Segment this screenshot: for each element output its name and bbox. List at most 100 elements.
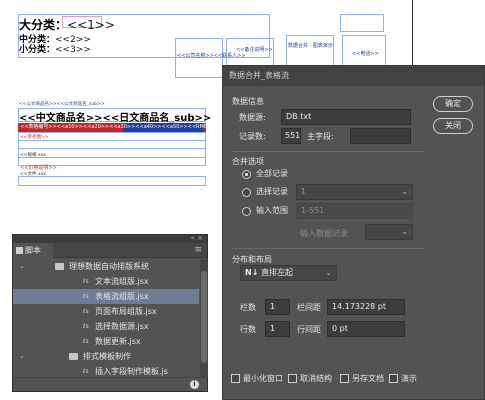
radio-all-records[interactable] [242,170,251,179]
radio-input-range[interactable] [242,207,251,216]
scripts-panel: « × 脚本 ≡ ⌄ 理想数据自动排版系统 ℓs 文本流组版.jsx ℓs 表格… [12,234,208,392]
table-header-text: <<表格编号>><<a10>><<a20>><<a30>><<a40>><<a5… [20,124,230,130]
tree-file-row[interactable]: ℓs 页面布局组版.jsx [13,304,199,319]
tab-scripts-label: 脚本 [25,246,41,255]
save-as-label: 另存文档 [352,374,384,383]
layout-direction-value: 直排左起 [260,268,293,277]
panel-tab-bar: 脚本 ≡ [13,243,207,258]
big-category-line: 大分类：<<1>> [19,16,115,33]
source-field[interactable]: DB.txt [281,109,411,125]
tree-file-row[interactable]: ℓs 数据更新.jsx [13,334,199,349]
info-icon[interactable]: i [190,380,199,389]
script-file-icon: ℓs [83,278,89,285]
rows-field[interactable]: 1 [265,321,290,337]
script-file-icon: ℓs [83,293,89,300]
layout-direction-dropdown[interactable]: N↓ 直排左起 ⌄ [240,265,337,281]
script-icon [16,247,23,254]
tab-scripts[interactable]: 脚本 [13,243,53,258]
radio-select-label: 选择记录 [256,187,288,196]
tree-item-label: 文本流组版.jsx [95,277,149,286]
tree-item-label: 数据更新.jsx [95,337,141,346]
tree-file-row[interactable]: ℓs 文本流组版.jsx [13,274,199,289]
panel-footer: i [13,377,207,391]
radio-all-label: 全部记录 [256,169,288,178]
script-file-icon: ℓs [83,323,89,330]
tree-item-label: 选择数据源.jsx [95,322,149,331]
rowgap-label: 行间距 [297,325,321,334]
chevron-down-icon: ⌄ [401,227,408,236]
collapse-icon[interactable]: « × [191,234,203,242]
colgap-label: 栏间距 [297,303,321,312]
tree-file-row[interactable]: ℓs 选择数据源.jsx [13,319,199,334]
radio-range-label: 输入范围 [256,206,288,215]
count-field[interactable]: 551 [281,128,301,144]
small-category-line: 小分类：<<3>> [19,42,91,55]
divider [232,151,424,152]
demo-label: 演示 [401,374,417,383]
key-field[interactable] [350,128,411,144]
ok-button[interactable]: 确定 [433,96,473,112]
script-file-icon: ℓs [83,338,89,345]
chevron-down-icon: ⌄ [401,187,408,196]
script-tree: ⌄ 理想数据自动排版系统 ℓs 文本流组版.jsx ℓs 表格流组版.jsx ℓ… [13,259,199,379]
save-as-checkbox[interactable] [340,374,349,383]
small-category-label: 小分类： [19,45,56,55]
tree-file-row-selected[interactable]: ℓs 表格流组版.jsx [13,289,199,304]
cols-label: 栏数 [240,303,256,312]
phone-box-text: <<电话>> [352,51,379,57]
table-row-line [18,140,206,141]
chevron-down-icon[interactable]: ⌄ [19,259,25,274]
cols-field[interactable]: 1 [265,299,290,315]
demo-box-text: 数据合并 · 图表演示 [288,43,333,49]
small-category-placeholder: <<3>> [55,45,91,55]
range-field[interactable]: 1-551 [296,203,413,219]
scrollbar-thumb[interactable] [201,271,207,363]
rowgap-field[interactable]: 0 pt [327,321,405,337]
tree-folder-row[interactable]: ⌄ 排式模板制作 [13,349,199,364]
script-file-icon: ℓs [83,308,89,315]
divider [232,248,424,249]
count-label: 记录数: [239,132,266,141]
table-row-line [18,148,206,149]
colgap-field[interactable]: 14.173228 pt [327,299,405,315]
tree-item-label: 理想数据自动排版系统 [69,262,149,271]
cancel-structure-label: 取消结构 [300,374,332,383]
close-button[interactable]: 关闭 [433,118,473,134]
input-data-record-label: 输入数据记录 [300,229,348,238]
data-merge-dialog: 数据合并_表格流 数据信息 数据源: DB.txt 记录数: 551 主字段: … [222,65,485,400]
tree-item-label: 排式模板制作 [83,352,131,361]
minimize-window-checkbox[interactable] [231,374,240,383]
panel-menu-icon[interactable]: ≡ [194,245,202,255]
record-select-value: 1 [301,187,307,196]
remark-box-text: <<备注说明>> [236,47,273,53]
cancel-structure-checkbox[interactable] [288,374,297,383]
tree-item-label: 页面布局组版.jsx [95,307,157,316]
tree-item-label: 表格流组版.jsx [95,292,149,301]
source-label: 数据源: [239,113,266,122]
footer-frame[interactable] [18,176,206,186]
big-category-label: 大分类： [19,18,68,32]
table-row-line [18,157,206,158]
folder-icon [69,353,78,360]
big-category-placeholder: <<1>> [67,18,115,32]
chevron-down-icon: ⌄ [325,268,332,277]
dialog-title: 数据合并_表格流 [223,66,484,86]
record-select[interactable]: 1 ⌄ [296,184,413,200]
rows-label: 行数 [240,325,256,334]
chevron-down-icon[interactable]: ⌄ [19,349,25,364]
merge-options-heading: 合并选项 [232,157,264,166]
tree-folder-row[interactable]: ⌄ 理想数据自动排版系统 [13,259,199,274]
data-record-select[interactable]: ⌄ [365,224,413,240]
radio-select-records[interactable] [242,188,251,197]
layout-direction-icon: N↓ [245,268,259,277]
data-info-heading: 数据信息 [232,97,264,106]
top-small-text: <<公文商品名>><<公文商品名_sub>> [19,102,105,107]
top-right-frame[interactable] [340,14,384,32]
key-label: 主字段: [307,132,334,141]
mini-line-1: <<规格.xxx [20,153,46,158]
layout-heading: 分布和布局 [232,255,272,264]
panel-title-strip[interactable]: « × [13,234,207,243]
demo-checkbox[interactable] [389,374,398,383]
red-note-text: <<价格说明>> [20,165,57,171]
product-title-text: <<中文商品名>><<日文商品名_sub>> [19,113,212,124]
